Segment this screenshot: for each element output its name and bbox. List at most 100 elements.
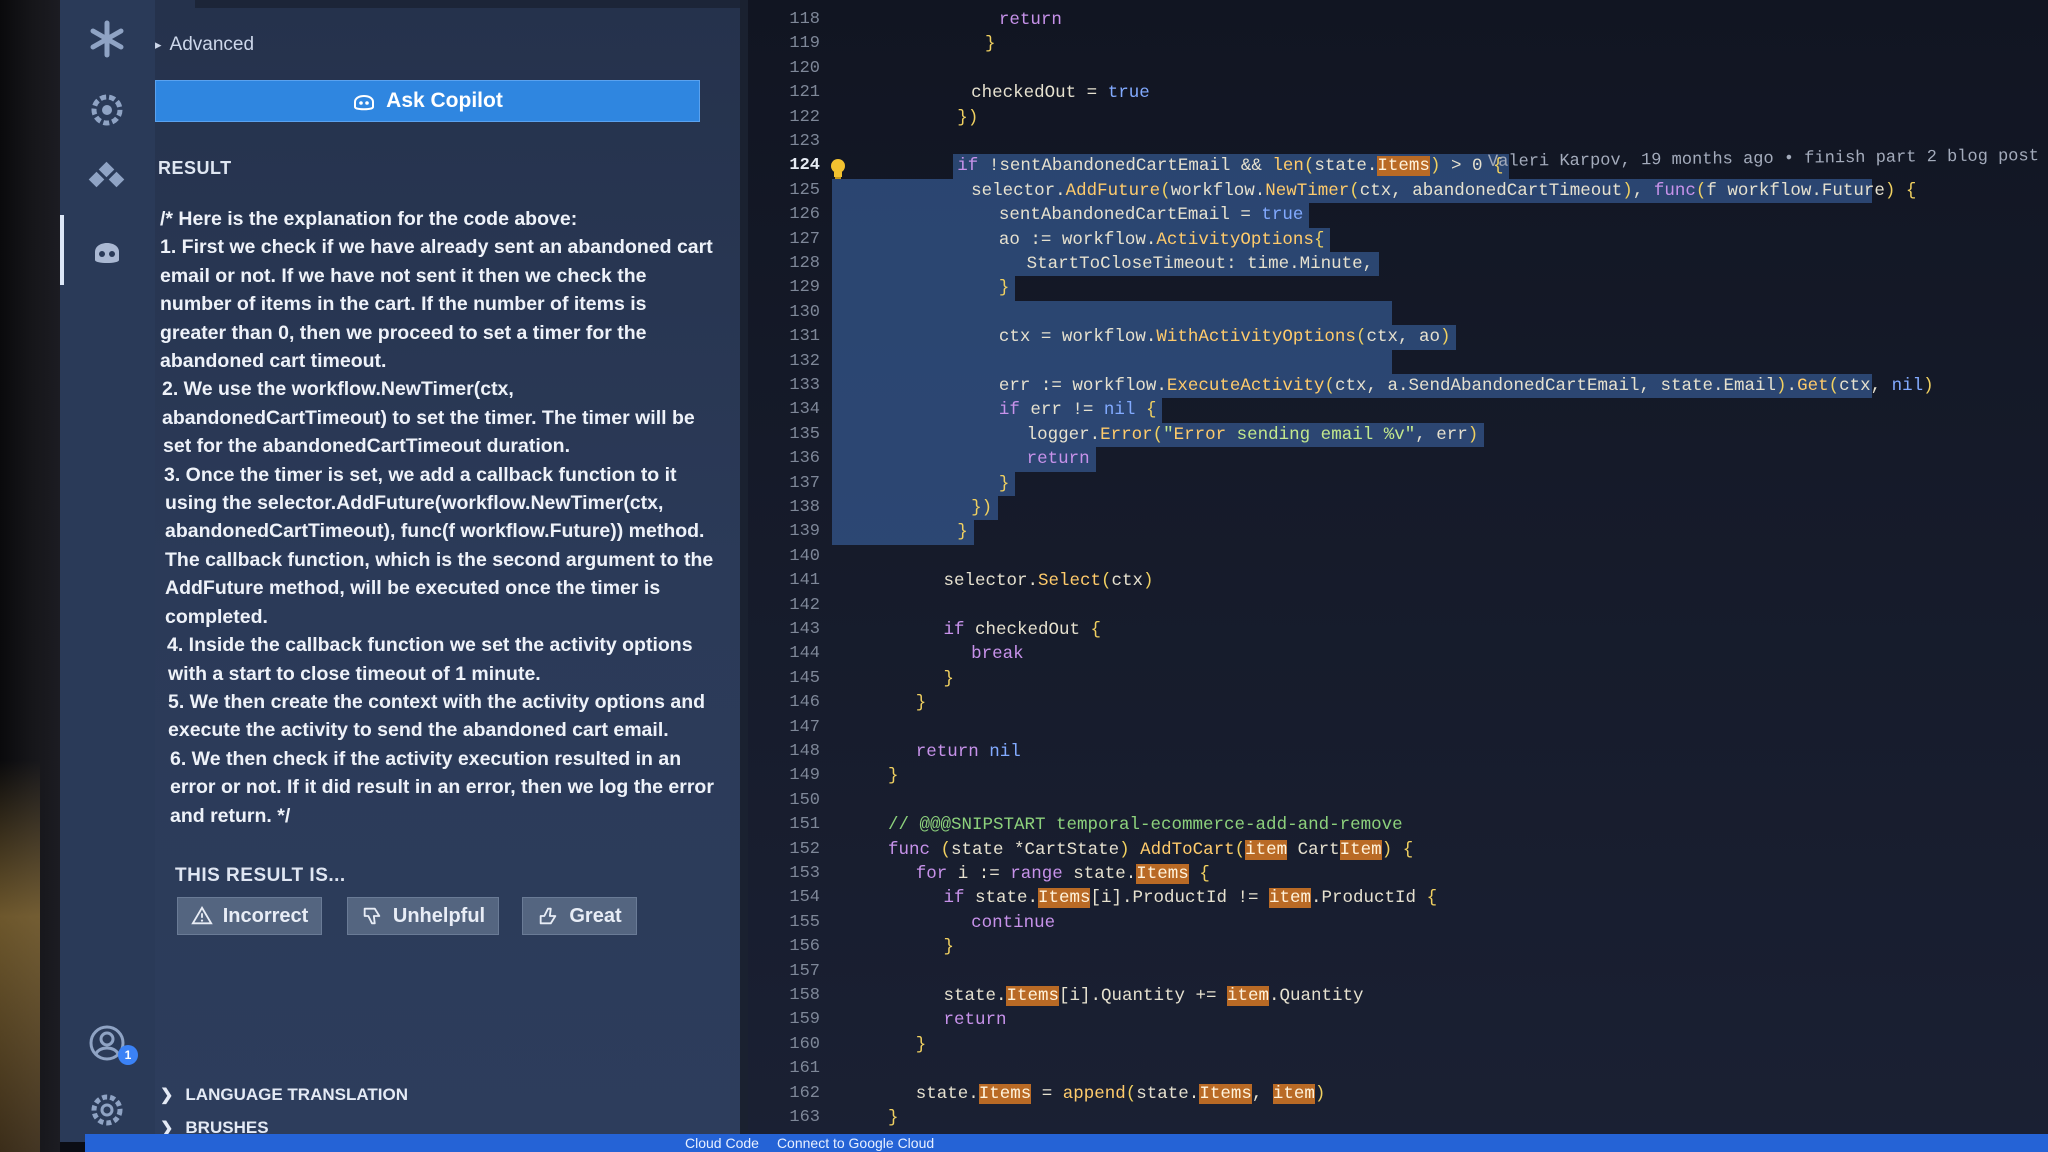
code-line: } — [998, 278, 1010, 299]
code-line: if err != nil { — [998, 400, 1157, 421]
line-number: 134 — [789, 400, 820, 420]
code-line: break — [971, 644, 1024, 665]
result-line: and return. */ — [170, 804, 291, 827]
lightbulb-icon[interactable] — [828, 158, 848, 180]
line-number: 138 — [789, 498, 820, 517]
code-line: StartToCloseTimeout: time.Minute, — [1026, 254, 1374, 274]
copilot-icon[interactable] — [82, 225, 132, 275]
gear-icon[interactable] — [82, 85, 132, 135]
great-label: Great — [569, 904, 622, 927]
ask-copilot-button[interactable]: Ask Copilot — [155, 80, 700, 122]
code-line: sentAbandonedCartEmail = true — [998, 205, 1304, 226]
code-line: state.Items = append(state.Items, item) — [915, 1083, 1326, 1104]
code-line: if !sentAbandonedCartEmail && len(state.… — [957, 156, 1504, 177]
line-number: 136 — [789, 449, 820, 469]
incorrect-label: Incorrect — [222, 904, 309, 927]
line-number: 158 — [789, 986, 820, 1005]
line-number: 155 — [789, 912, 820, 932]
line-number: 140 — [789, 546, 820, 566]
settings-gear-icon[interactable] — [82, 1085, 132, 1135]
line-number: 123 — [789, 132, 820, 151]
line-number: 141 — [789, 571, 820, 591]
result-line: execute the activity to send the abandon… — [168, 719, 669, 742]
bezel-glare — [0, 760, 40, 1152]
line-number: 160 — [789, 1034, 820, 1054]
line-number: 132 — [789, 351, 820, 371]
line-number: 129 — [789, 278, 820, 298]
copilot-side-panel: ▸ Advanced Ask Copilot RESULT /* Here is… — [155, 0, 740, 1142]
result-line: 5. We then create the context with the a… — [168, 690, 706, 713]
code-line: return — [998, 10, 1062, 30]
line-number: 127 — [789, 229, 820, 249]
code-line: }) — [971, 498, 993, 518]
selection-highlight — [832, 300, 1392, 326]
language-translation-section[interactable]: ❯ LANGUAGE TRANSLATION — [160, 1085, 408, 1105]
line-number: 148 — [789, 742, 820, 761]
code-line: ctx = workflow.WithActivityOptions(ctx, … — [998, 327, 1451, 348]
result-line: 1. First we check if we have already sen… — [160, 236, 713, 259]
result-line: email or not. If we have not sent it the… — [160, 264, 647, 287]
extensions-icon[interactable] — [82, 155, 132, 205]
thumbs-down-icon — [363, 907, 381, 925]
code-line: } — [888, 1108, 899, 1128]
line-number: 150 — [789, 790, 820, 810]
line-number: 145 — [789, 668, 820, 688]
code-line: return nil — [915, 742, 1021, 762]
code-line: if checkedOut { — [943, 620, 1101, 640]
line-number: 157 — [789, 961, 820, 981]
code-line: continue — [971, 912, 1056, 933]
selection-highlight — [832, 520, 974, 545]
line-number: 124 — [789, 156, 820, 176]
line-number: 153 — [789, 864, 820, 883]
line-number: 120 — [789, 58, 820, 78]
active-view-marker — [60, 215, 64, 285]
line-number: 162 — [789, 1083, 820, 1103]
line-number: 139 — [789, 522, 820, 542]
line-number: 125 — [789, 180, 820, 200]
result-line: completed. — [165, 605, 268, 628]
great-button[interactable]: Great — [522, 897, 637, 935]
code-line: ao := workflow.ActivityOptions{ — [998, 229, 1325, 250]
code-line: } — [915, 693, 927, 714]
result-line: using the selector.AddFuture(workflow.Ne… — [165, 492, 664, 515]
code-line: for i := range state.Items { — [915, 864, 1210, 884]
result-text: /* Here is the explanation for the code … — [160, 205, 720, 830]
line-number: 122 — [789, 107, 820, 127]
rating-heading: THIS RESULT IS... — [175, 865, 346, 886]
result-line: number of items in the cart. If the numb… — [160, 293, 647, 316]
code-editor[interactable]: 118 119 120 121 122 123 124 125 126 127 128 129 130 1… — [748, 0, 2048, 1142]
line-number: 163 — [789, 1108, 820, 1127]
line-number: 161 — [789, 1059, 820, 1079]
result-line: 2. We use the workflow.NewTimer(ctx, — [162, 378, 514, 401]
panel-divider[interactable] — [740, 0, 748, 1142]
result-line: abandoned cart timeout. — [160, 350, 387, 373]
code-line: selector.Select(ctx) — [943, 571, 1154, 592]
incorrect-button[interactable]: Incorrect — [177, 897, 322, 935]
line-number: 126 — [789, 205, 820, 225]
unhelpful-button[interactable]: Unhelpful — [347, 897, 499, 935]
line-number: 156 — [789, 937, 820, 957]
result-line: with a start to close timeout of 1 minut… — [168, 662, 541, 685]
result-line: greater than 0, then we proceed to set a… — [160, 321, 647, 344]
result-line: 3. Once the timer is set, we add a callb… — [164, 463, 677, 486]
panel-content: ▸ Advanced Ask Copilot RESULT /* Here is… — [155, 0, 714, 1142]
code-line: // @@@SNIPSTART temporal-ecommerce-add-a… — [888, 815, 1403, 836]
code-line: selector.AddFuture(workflow.NewTimer(ctx… — [971, 180, 1917, 201]
connect-google-cloud-status[interactable]: Connect to Google Cloud — [777, 1135, 934, 1151]
advanced-toggle[interactable]: ▸ Advanced — [155, 30, 254, 60]
code-line: if state.Items[i].ProductId != item.Prod… — [943, 888, 1438, 909]
line-number: 118 — [789, 10, 820, 29]
code-line: } — [957, 522, 968, 543]
code-line: return — [943, 1010, 1007, 1031]
code-line: logger.Error("Error sending email %v", e… — [1026, 424, 1479, 445]
line-number: 154 — [789, 888, 820, 908]
line-number: 144 — [789, 644, 820, 664]
result-line: abandonedCartTimeout), func(f workflow.F… — [165, 520, 705, 543]
asterisk-icon[interactable] — [82, 14, 132, 64]
cloud-code-status[interactable]: Cloud Code — [685, 1135, 759, 1151]
language-translation-label: LANGUAGE TRANSLATION — [185, 1085, 408, 1104]
line-number: 143 — [789, 620, 820, 639]
line-number: 133 — [789, 376, 820, 395]
line-number: 149 — [789, 766, 820, 786]
line-number: 152 — [789, 839, 820, 859]
